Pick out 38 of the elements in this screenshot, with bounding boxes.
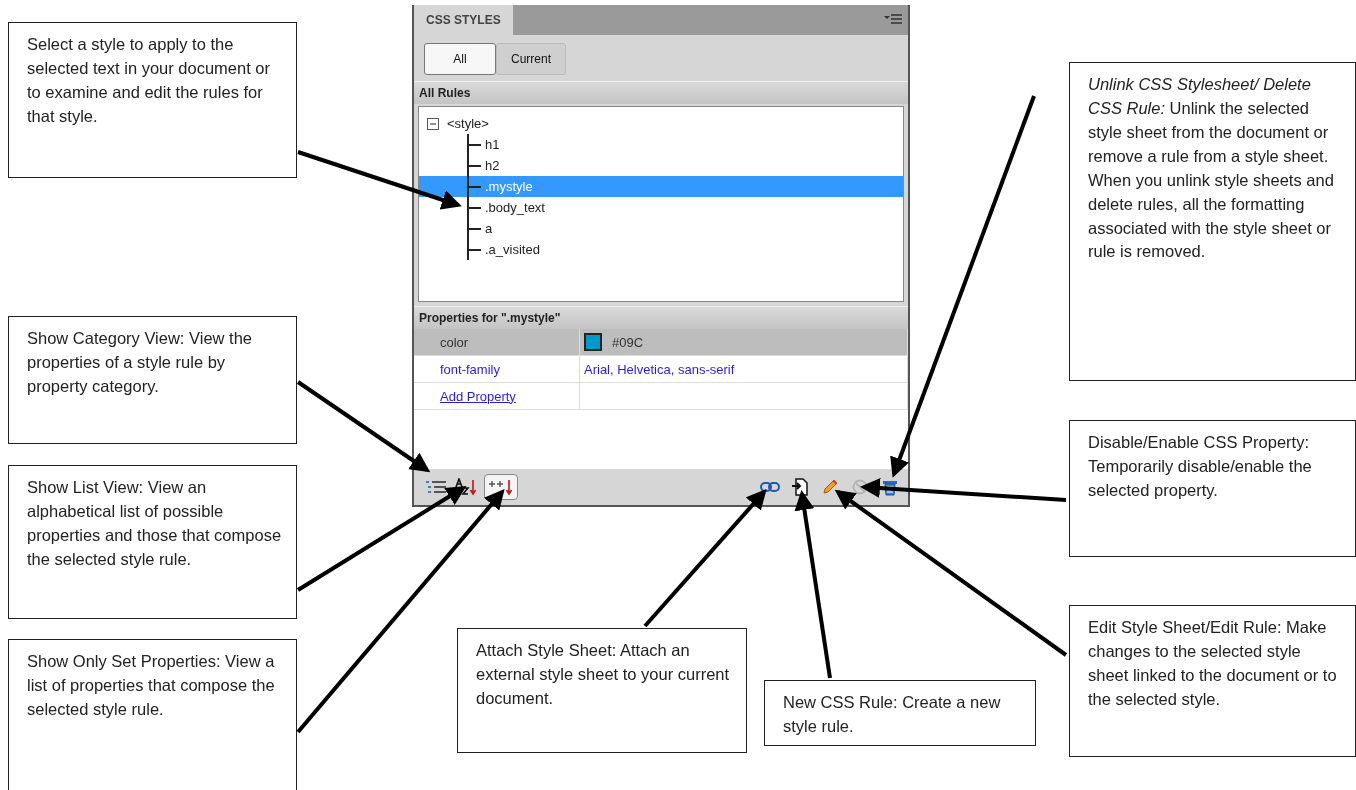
tree-item[interactable]: a (419, 218, 903, 239)
tree-item[interactable]: <style> (419, 113, 903, 134)
color-swatch[interactable] (584, 333, 602, 351)
tree-item[interactable]: .a_visited (419, 239, 903, 260)
view-toggle-button[interactable]: Current (496, 43, 566, 75)
callout-text: Show List View: View an alphabetical list of possible properties and those that compose the selected style rule. (8, 465, 297, 619)
sort-alphabetical-icon (455, 478, 477, 496)
chain-link-icon (760, 482, 780, 492)
callout-text: Show Only Set Properties: View a list of properties that compose the selected style rule. (8, 639, 297, 790)
callout-text: Attach Style Sheet: Attach an external style sheet to your current document. (457, 628, 747, 753)
property-row[interactable]: color #09C (414, 329, 908, 356)
callout-text: Select a style to apply to the selected text in your document or to examine and edit the rules for that style. (8, 22, 297, 178)
property-row[interactable]: Add Property (414, 383, 908, 410)
set-properties-icon (487, 478, 515, 496)
property-value: #09C (612, 334, 644, 350)
property-name: color (440, 334, 469, 350)
callout-text: New CSS Rule: Create a new style rule. (764, 680, 1036, 746)
panel-tab[interactable]: CSS STYLES (414, 5, 513, 35)
callout-text: Disable/Enable CSS Property: Temporarily disable/enable the selected property. (1069, 420, 1356, 557)
property-value: Arial, Helvetica, sans-serif (584, 361, 735, 377)
tree-item[interactable]: .body_text (419, 197, 903, 218)
category-list-icon (426, 480, 446, 494)
pencil-icon (822, 479, 838, 495)
callout-text: Edit Style Sheet/Edit Rule: Make changes to the selected style sheet linked to the document or to the selected style. (1069, 605, 1356, 757)
view-toggle-button[interactable]: All (424, 43, 496, 75)
menu-icon[interactable] (884, 13, 902, 25)
new-document-icon (792, 478, 808, 496)
trash-icon (882, 478, 898, 496)
collapse-icon[interactable] (427, 117, 439, 130)
add-property-link[interactable]: Add Property (440, 388, 516, 404)
tree-item[interactable]: h1 (419, 134, 903, 155)
property-row[interactable]: font-family Arial, Helvetica, sans-serif (414, 356, 908, 383)
section-header: All Rules (414, 81, 908, 104)
callout-text: Unlink CSS Stylesheet/ Delete CSS Rule: Unlink the selected style sheet from the document or remove a rule from a style sheet. When you unlink style sheets and delete rules, all the formatting associated with the style sheet or rule is removed. (1069, 62, 1356, 381)
prohibited-icon (852, 479, 868, 495)
callout-text: Show Category View: View the properties of a style rule by property category. (8, 316, 297, 444)
property-name: font-family (440, 361, 500, 377)
section-header: Properties for ".mystyle" (414, 306, 908, 329)
